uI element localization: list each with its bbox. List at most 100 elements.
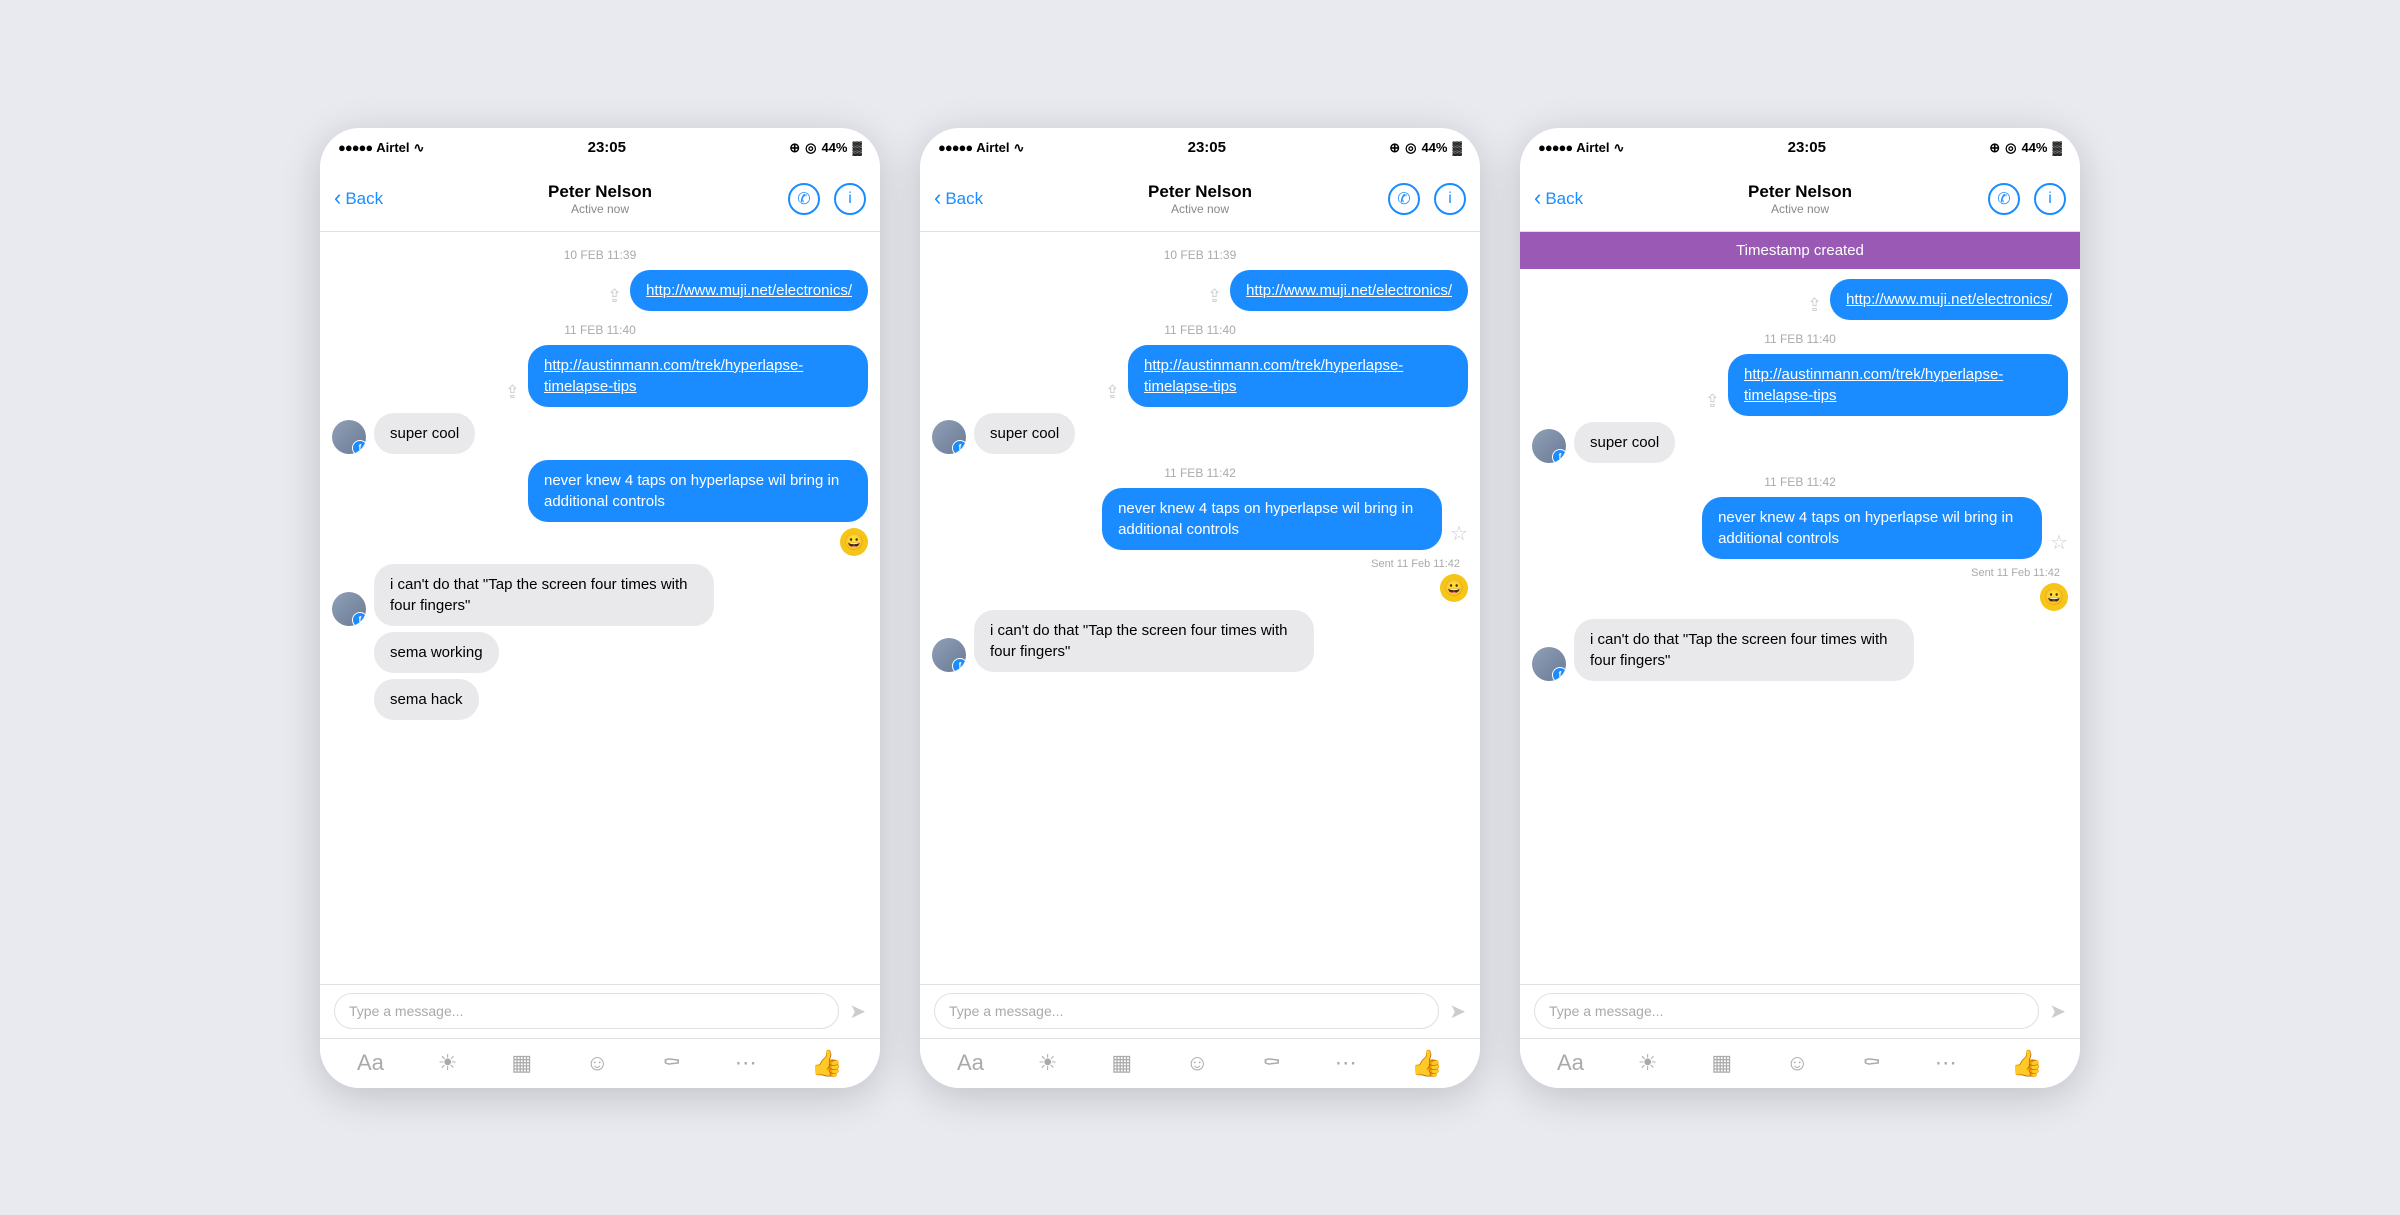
microphone-icon[interactable]: ⚰ <box>1262 1050 1281 1076</box>
star-icon[interactable]: ☆ <box>2050 530 2068 559</box>
like-button[interactable]: 👍 <box>1411 1048 1443 1079</box>
message-link[interactable]: http://austinmann.com/trek/hyperlapse-ti… <box>544 357 803 395</box>
more-icon[interactable]: ⋯ <box>735 1050 757 1076</box>
message-link[interactable]: http://austinmann.com/trek/hyperlapse-ti… <box>1744 366 2003 404</box>
emoji-reaction[interactable]: 😀 <box>1440 574 1468 602</box>
share-icon[interactable]: ⇪ <box>1807 295 1822 320</box>
send-button[interactable]: ➤ <box>849 999 866 1024</box>
more-icon[interactable]: ⋯ <box>1935 1050 1957 1076</box>
emoji-icon[interactable]: ☺ <box>1186 1050 1208 1076</box>
camera-icon[interactable]: ☀ <box>1638 1050 1658 1076</box>
sent-label: Sent 11 Feb 11:42 <box>1532 567 2060 579</box>
message-bubble: http://austinmann.com/trek/hyperlapse-ti… <box>1128 345 1468 407</box>
message-bubble: never knew 4 taps on hyperlapse wil brin… <box>1702 497 2042 559</box>
like-button[interactable]: 👍 <box>811 1048 843 1079</box>
contact-name: Peter Nelson <box>1014 182 1386 202</box>
back-label[interactable]: Back <box>945 189 983 209</box>
message-bubble: sema hack <box>374 679 479 720</box>
message-row: sema hack <box>332 679 868 720</box>
wifi-icon: ∿ <box>1014 140 1025 156</box>
phone-button[interactable]: ✆ <box>1988 183 2020 215</box>
star-icon[interactable]: ☆ <box>1450 521 1468 550</box>
message-row: ☆ never knew 4 taps on hyperlapse wil br… <box>1532 497 2068 559</box>
message-row: f i can't do that "Tap the screen four t… <box>1532 619 2068 681</box>
timestamp-label: 11 FEB 11:42 <box>1532 475 2068 489</box>
message-bubble: i can't do that "Tap the screen four tim… <box>974 610 1314 672</box>
avatar: f <box>932 420 966 454</box>
phone-phone2: ●●●●● Airtel ∿ 23:05 ⊕ ◎ 44% ▓ ‹ Back Pe… <box>920 128 1480 1088</box>
font-icon[interactable]: Aa <box>1557 1050 1584 1076</box>
send-button[interactable]: ➤ <box>1449 999 1466 1024</box>
wifi-icon: ∿ <box>414 140 425 156</box>
input-placeholder: Type a message... <box>1549 1003 1663 1019</box>
carrier-label: Airtel <box>376 140 409 155</box>
message-link[interactable]: http://www.muji.net/electronics/ <box>1846 291 2052 308</box>
phone-button[interactable]: ✆ <box>1388 183 1420 215</box>
message-link[interactable]: http://austinmann.com/trek/hyperlapse-ti… <box>1144 357 1403 395</box>
message-row: ⇪ http://austinmann.com/trek/hyperlapse-… <box>1532 354 2068 416</box>
share-icon[interactable]: ⇪ <box>1105 382 1120 407</box>
info-button[interactable]: i <box>1434 183 1466 215</box>
time-label: 23:05 <box>1188 139 1226 156</box>
messenger-badge: f <box>1552 667 1566 681</box>
sent-label: Sent 11 Feb 11:42 <box>932 558 1460 570</box>
emoji-reaction[interactable]: 😀 <box>2040 583 2068 611</box>
share-icon[interactable]: ⇪ <box>1207 286 1222 311</box>
nav-center: Peter Nelson Active now <box>414 182 786 216</box>
back-button[interactable]: ‹ Back <box>934 187 1014 211</box>
message-input[interactable]: Type a message... <box>934 993 1439 1029</box>
microphone-icon[interactable]: ⚰ <box>1862 1050 1881 1076</box>
message-link[interactable]: http://www.muji.net/electronics/ <box>646 282 852 299</box>
more-icon[interactable]: ⋯ <box>1335 1050 1357 1076</box>
share-icon[interactable]: ⇪ <box>607 286 622 311</box>
status-right: ⊕ ◎ 44% ▓ <box>789 140 862 156</box>
back-button[interactable]: ‹ Back <box>1534 187 1614 211</box>
share-icon[interactable]: ⇪ <box>505 382 520 407</box>
emoji-reaction[interactable]: 😀 <box>840 528 868 556</box>
share-icon[interactable]: ⇪ <box>1705 391 1720 416</box>
time-label: 23:05 <box>588 139 626 156</box>
microphone-icon[interactable]: ⚰ <box>662 1050 681 1076</box>
emoji-icon[interactable]: ☺ <box>1786 1050 1808 1076</box>
gallery-icon[interactable]: ▦ <box>1711 1050 1732 1076</box>
timestamp-label: 11 FEB 11:40 <box>1532 332 2068 346</box>
signal-dots: ●●●●● <box>338 140 372 155</box>
back-button[interactable]: ‹ Back <box>334 187 414 211</box>
message-row: f i can't do that "Tap the screen four t… <box>332 564 868 626</box>
font-icon[interactable]: Aa <box>957 1050 984 1076</box>
back-label[interactable]: Back <box>345 189 383 209</box>
info-button[interactable]: i <box>834 183 866 215</box>
camera-icon[interactable]: ☀ <box>438 1050 458 1076</box>
info-button[interactable]: i <box>2034 183 2066 215</box>
like-button[interactable]: 👍 <box>2011 1048 2043 1079</box>
message-input[interactable]: Type a message... <box>334 993 839 1029</box>
camera-icon[interactable]: ☀ <box>1038 1050 1058 1076</box>
phone-icon: ✆ <box>797 189 810 209</box>
phone-phone1: ●●●●● Airtel ∿ 23:05 ⊕ ◎ 44% ▓ ‹ Back Pe… <box>320 128 880 1088</box>
battery-label: 44% <box>1421 140 1447 155</box>
message-bubble: super cool <box>1574 422 1675 463</box>
emoji-reaction-row: 😀 <box>932 574 1468 604</box>
message-bubble: http://www.muji.net/electronics/ <box>1830 279 2068 320</box>
battery-icon: ▓ <box>2053 140 2062 155</box>
send-button[interactable]: ➤ <box>2049 999 2066 1024</box>
message-input[interactable]: Type a message... <box>1534 993 2039 1029</box>
battery-label: 44% <box>821 140 847 155</box>
phone-icon: ✆ <box>1397 189 1410 209</box>
message-link[interactable]: http://www.muji.net/electronics/ <box>1246 282 1452 299</box>
status-bar: ●●●●● Airtel ∿ 23:05 ⊕ ◎ 44% ▓ <box>920 128 1480 168</box>
status-right: ⊕ ◎ 44% ▓ <box>1989 140 2062 156</box>
active-status: Active now <box>1614 202 1986 216</box>
back-label[interactable]: Back <box>1545 189 1583 209</box>
phone-button[interactable]: ✆ <box>788 183 820 215</box>
emoji-icon[interactable]: ☺ <box>586 1050 608 1076</box>
gallery-icon[interactable]: ▦ <box>1111 1050 1132 1076</box>
gallery-icon[interactable]: ▦ <box>511 1050 532 1076</box>
font-icon[interactable]: Aa <box>357 1050 384 1076</box>
phone-icon: ✆ <box>1997 189 2010 209</box>
timestamp-label: 11 FEB 11:42 <box>932 466 1468 480</box>
status-left: ●●●●● Airtel ∿ <box>338 140 424 156</box>
message-bubble: http://austinmann.com/trek/hyperlapse-ti… <box>1728 354 2068 416</box>
message-row: ☆ never knew 4 taps on hyperlapse wil br… <box>932 488 1468 550</box>
back-chevron-icon: ‹ <box>934 185 941 211</box>
